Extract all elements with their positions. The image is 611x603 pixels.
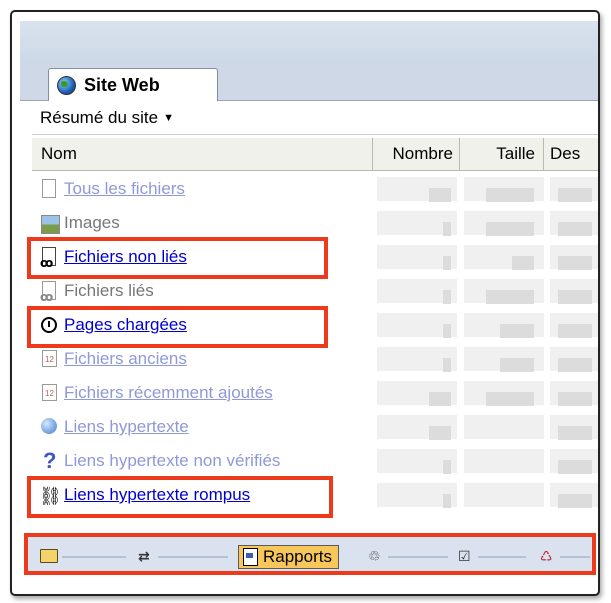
list-item-label[interactable]: Fichiers récemment ajoutés — [64, 383, 273, 403]
document-icon — [40, 178, 58, 200]
list-item[interactable]: Tous les fichiers — [32, 172, 598, 206]
cell-description — [550, 347, 598, 372]
cell-taille — [464, 381, 544, 406]
list-item-label: Fichiers liés — [64, 281, 154, 300]
list-item[interactable]: Images — [32, 206, 598, 240]
calendar-icon: 12 — [40, 382, 58, 404]
highlight-box — [27, 306, 328, 348]
cell-taille — [464, 415, 544, 439]
cell-nombre — [377, 415, 457, 440]
cell-description — [550, 483, 598, 508]
highlight-box — [27, 476, 333, 518]
cell-nombre — [377, 381, 457, 406]
column-header-nombre[interactable]: Nombre — [372, 138, 460, 170]
column-header-description[interactable]: Des — [544, 138, 604, 170]
cell-nombre — [377, 245, 457, 270]
calendar-icon: 12 — [40, 348, 58, 370]
cell-description — [550, 279, 598, 304]
cell-taille — [464, 177, 544, 202]
recycle-icon[interactable]: ♺ — [540, 545, 553, 567]
list-item-label: Images — [64, 213, 120, 232]
list-item[interactable]: 12 Fichiers récemment ajoutés — [32, 376, 598, 410]
column-header-row: Nom Nombre Taille Des — [32, 138, 598, 171]
list-item[interactable]: ꝏ Fichiers liés — [32, 274, 598, 308]
cell-nombre — [377, 313, 457, 338]
cell-taille — [464, 211, 544, 236]
cell-nombre — [377, 347, 457, 372]
cell-description — [550, 313, 598, 338]
list-item[interactable]: ? Liens hypertexte non vérifiés — [32, 444, 598, 478]
question-icon: ? — [43, 448, 57, 473]
summary-dropdown[interactable]: Résumé du site ▼ — [32, 101, 598, 135]
views-bar-divider — [560, 556, 590, 558]
views-bar-divider — [388, 556, 448, 558]
hyperlinks-icon[interactable]: ♲ — [368, 545, 381, 567]
cell-nombre — [377, 279, 457, 304]
tab-site-web[interactable]: Site Web — [48, 68, 218, 101]
highlight-box — [27, 237, 328, 279]
folder-icon[interactable] — [40, 545, 58, 567]
list-item-label[interactable]: Liens hypertexte — [64, 417, 189, 437]
rapports-icon — [243, 548, 258, 566]
views-bar: ⇄ Rapports ♲ ☑ ♺ — [24, 533, 596, 575]
cell-taille — [464, 449, 544, 473]
cell-description — [550, 415, 598, 440]
cell-taille — [464, 347, 544, 372]
chevron-down-icon: ▼ — [163, 111, 175, 124]
tasks-icon[interactable]: ☑ — [458, 545, 471, 567]
cell-nombre — [377, 483, 457, 508]
views-bar-divider — [478, 556, 526, 558]
column-header-taille[interactable]: Taille — [460, 138, 544, 170]
globe-icon — [57, 75, 76, 95]
cell-description — [550, 177, 598, 202]
tab-label: Site Web — [84, 74, 160, 95]
cell-taille — [464, 313, 544, 338]
cell-description — [550, 449, 598, 474]
cell-description — [550, 245, 598, 270]
cell-nombre — [377, 177, 457, 202]
rapports-label: Rapports — [263, 547, 332, 566]
linked-file-icon: ꝏ — [40, 280, 58, 304]
column-separator[interactable] — [372, 138, 373, 170]
rapports-button[interactable]: Rapports — [238, 545, 339, 569]
cell-taille — [464, 483, 544, 507]
list-item[interactable]: Liens hypertexte — [32, 410, 598, 444]
cell-nombre — [377, 449, 457, 474]
list-item-label[interactable]: Fichiers anciens — [64, 349, 187, 369]
cell-nombre — [377, 211, 457, 236]
list-item-label[interactable]: Tous les fichiers — [64, 179, 185, 199]
cell-taille — [464, 279, 544, 304]
views-bar-divider — [158, 556, 228, 558]
navigation-icon[interactable]: ⇄ — [138, 545, 150, 567]
image-icon — [40, 212, 60, 234]
list-item-label[interactable]: Liens hypertexte non vérifiés — [64, 451, 280, 471]
views-bar-divider — [62, 556, 126, 558]
cell-taille — [464, 245, 544, 270]
cell-description — [550, 211, 598, 236]
summary-label: Résumé du site — [40, 107, 159, 127]
cell-description — [550, 381, 598, 406]
column-header-nom[interactable]: Nom — [32, 138, 372, 170]
globe-link-icon — [40, 416, 58, 438]
